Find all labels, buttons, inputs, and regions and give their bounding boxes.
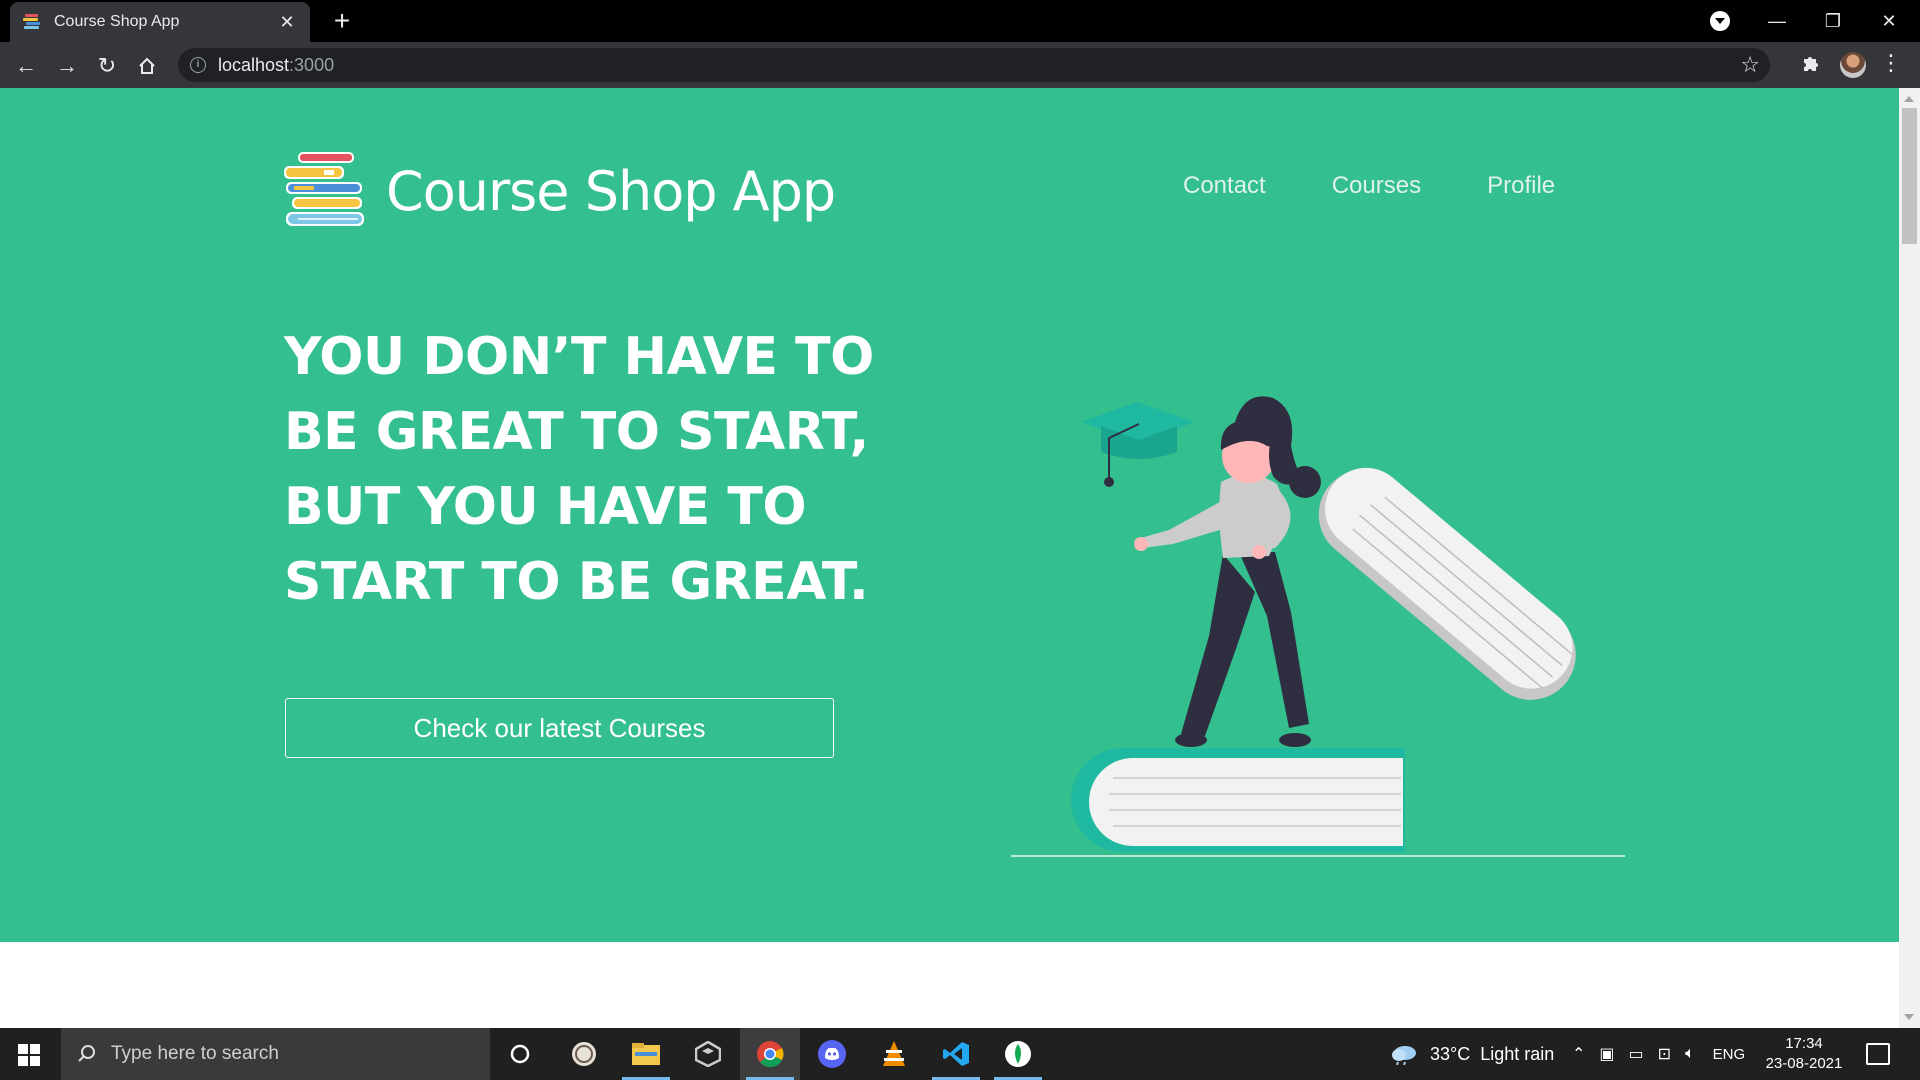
nav-profile[interactable]: Profile bbox=[1487, 172, 1555, 200]
cloud-rain-icon bbox=[1392, 1046, 1416, 1065]
student-books-illustration bbox=[1011, 396, 1625, 857]
headline-line: YOU DON’T HAVE TO bbox=[284, 327, 874, 387]
nav-contact[interactable]: Contact bbox=[1183, 172, 1266, 200]
search-placeholder: Type here to search bbox=[111, 1043, 279, 1064]
hero-section: Course Shop App Contact Courses Profile … bbox=[0, 88, 1899, 942]
site-info-icon[interactable]: i bbox=[190, 57, 206, 73]
windows-taskbar: Type here to search 33°C Light rain ⌃ ▣ … bbox=[0, 1028, 1920, 1080]
unity-icon[interactable] bbox=[678, 1028, 738, 1080]
mongodb-compass-icon[interactable] bbox=[988, 1028, 1048, 1080]
back-arrow-icon[interactable]: ← bbox=[10, 50, 42, 82]
browser-menu-icon[interactable]: ⋮ bbox=[1880, 50, 1902, 76]
profile-indicator-icon[interactable] bbox=[1710, 11, 1730, 31]
headline-line: BE GREAT TO START, bbox=[284, 402, 869, 462]
volume-icon[interactable]: 🔈︎ bbox=[1685, 1045, 1695, 1063]
page-viewport: Course Shop App Contact Courses Profile … bbox=[0, 88, 1899, 1028]
minimize-button[interactable]: — bbox=[1749, 11, 1805, 32]
page-scrollbar[interactable] bbox=[1899, 88, 1920, 1028]
notifications-icon[interactable] bbox=[1866, 1043, 1890, 1065]
taskbar-clock[interactable]: 17:34 23-08-2021 bbox=[1762, 1034, 1846, 1074]
reload-icon[interactable]: ↻ bbox=[91, 50, 123, 82]
tab-strip: Course Shop App ✕ + — ❐ ✕ bbox=[0, 0, 1920, 42]
headline-line: BUT YOU HAVE TO bbox=[284, 477, 807, 537]
books-favicon-icon bbox=[23, 14, 40, 29]
chrome-icon[interactable] bbox=[740, 1028, 800, 1080]
weather-temp: 33°C bbox=[1430, 1043, 1471, 1064]
headline-line: START TO BE GREAT. bbox=[284, 552, 869, 612]
books-logo-icon bbox=[284, 152, 364, 226]
tab-title: Course Shop App bbox=[54, 13, 180, 30]
bookmark-star-icon[interactable]: ☆ bbox=[1740, 52, 1760, 78]
language-indicator[interactable]: ENG bbox=[1713, 1046, 1746, 1063]
taskbar-search-box[interactable]: Type here to search bbox=[61, 1028, 490, 1080]
close-window-button[interactable]: ✕ bbox=[1861, 11, 1917, 32]
check-courses-button[interactable]: Check our latest Courses bbox=[285, 698, 834, 758]
weather-widget[interactable]: 33°C Light rain bbox=[1390, 1028, 1554, 1080]
home-icon[interactable] bbox=[131, 50, 163, 82]
scroll-up-icon[interactable] bbox=[1904, 96, 1914, 102]
app-icon[interactable] bbox=[554, 1028, 614, 1080]
hero-headline: YOU DON’T HAVE TO BE GREAT TO START, BUT… bbox=[284, 320, 884, 620]
profile-avatar[interactable] bbox=[1840, 52, 1866, 78]
browser-toolbar: ← → ↻ i localhost:3000 ☆ bbox=[0, 42, 1920, 88]
new-tab-button[interactable]: + bbox=[326, 6, 358, 36]
browser-tab[interactable]: Course Shop App ✕ bbox=[10, 2, 310, 42]
address-bar[interactable]: i localhost:3000 ☆ bbox=[178, 48, 1770, 82]
main-nav: Contact Courses Profile bbox=[1117, 172, 1555, 200]
vlc-icon[interactable] bbox=[864, 1028, 924, 1080]
clock-time: 17:34 bbox=[1785, 1035, 1823, 1052]
nav-courses[interactable]: Courses bbox=[1332, 172, 1421, 200]
cortana-icon[interactable] bbox=[490, 1028, 550, 1080]
system-tray: ⌃ ▣ ▭ ⊡ 🔈︎ ENG bbox=[1572, 1028, 1745, 1080]
discord-icon[interactable] bbox=[802, 1028, 862, 1080]
search-icon bbox=[78, 1045, 95, 1062]
extensions-puzzle-icon[interactable] bbox=[1798, 52, 1824, 78]
scroll-down-icon[interactable] bbox=[1904, 1014, 1914, 1020]
brand-name: Course Shop App bbox=[386, 159, 836, 223]
tab-close-icon[interactable]: ✕ bbox=[276, 12, 298, 33]
brand[interactable]: Course Shop App bbox=[284, 150, 836, 232]
start-windows-icon[interactable] bbox=[18, 1044, 40, 1066]
meet-now-icon[interactable]: ▣ bbox=[1599, 1044, 1614, 1064]
file-explorer-icon[interactable] bbox=[616, 1028, 676, 1080]
vscode-icon[interactable] bbox=[926, 1028, 986, 1080]
forward-arrow-icon[interactable]: → bbox=[51, 50, 83, 82]
battery-icon[interactable]: ▭ bbox=[1629, 1044, 1644, 1064]
scrollbar-thumb[interactable] bbox=[1902, 108, 1917, 244]
restore-button[interactable]: ❐ bbox=[1805, 11, 1861, 32]
network-icon[interactable]: ⊡ bbox=[1658, 1044, 1671, 1064]
url-text[interactable]: localhost:3000 bbox=[218, 55, 334, 76]
show-hidden-icons-chevron-icon[interactable]: ⌃ bbox=[1572, 1044, 1585, 1064]
weather-text: Light rain bbox=[1480, 1043, 1555, 1064]
clock-date: 23-08-2021 bbox=[1765, 1055, 1843, 1072]
